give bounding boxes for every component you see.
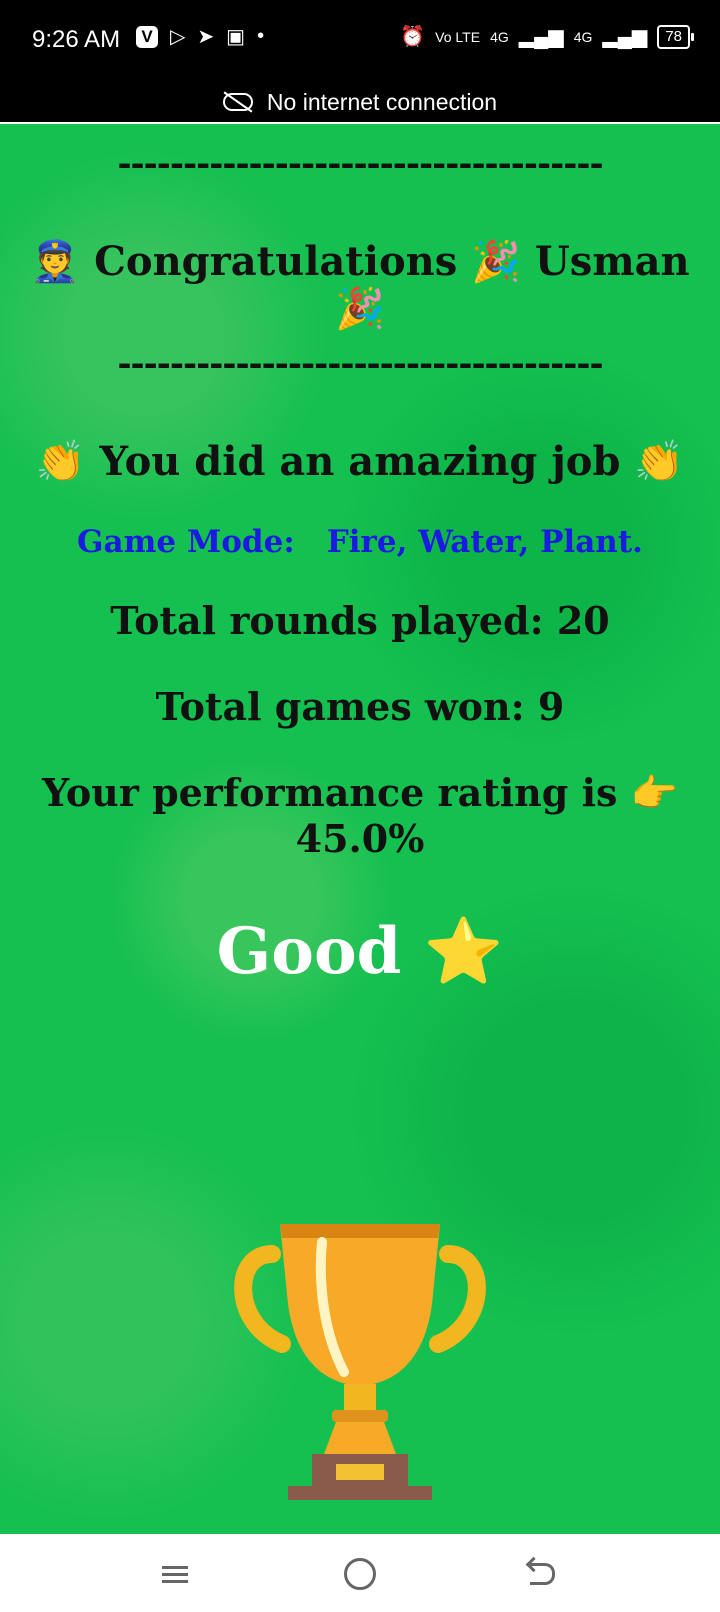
telegram-icon: ➤ bbox=[197, 26, 215, 48]
performance-rating: Your performance rating is 👉 45.0% bbox=[0, 770, 720, 862]
praise-text: 👏 You did an amazing job 👏 bbox=[35, 438, 685, 485]
home-icon bbox=[344, 1558, 376, 1590]
back-button[interactable] bbox=[522, 1554, 562, 1594]
menu-icon[interactable] bbox=[155, 1554, 195, 1594]
app-v-icon: V bbox=[136, 25, 158, 48]
cloud-off-icon bbox=[222, 93, 253, 111]
notification-icons: V ▷ ➤ ▣ • bbox=[136, 24, 264, 49]
back-icon bbox=[529, 1563, 555, 1585]
no-internet-banner: No internet connection bbox=[0, 82, 720, 122]
congrats-heading: 👮 Congratulations 🎉 Usman 🎉 bbox=[30, 238, 690, 332]
game-mode-label: Game Mode: bbox=[77, 524, 295, 560]
rounds-played: Total rounds played: 20 bbox=[110, 598, 610, 643]
alarm-icon: ⏰ bbox=[400, 26, 426, 48]
navigation-bar bbox=[0, 1534, 720, 1612]
grade-text: Good ⭐ bbox=[216, 914, 504, 989]
system-icons: ⏰ Vo LTE 4G ▂▄▆ 4G ▂▄▆ 78 bbox=[400, 24, 694, 49]
trophy-icon bbox=[234, 1224, 486, 1500]
games-won: Total games won: 9 bbox=[155, 684, 565, 729]
game-mode: Game Mode: Fire, Water, Plant. bbox=[0, 524, 720, 560]
rating-label: Your performance rating is 👉 bbox=[42, 770, 678, 815]
rating-value: 45.0% bbox=[295, 816, 425, 861]
results-screen: ------------------------------------- 👮 … bbox=[0, 124, 720, 1534]
screen-icon: ▣ bbox=[226, 26, 246, 48]
signal-2-label: 4G bbox=[573, 28, 593, 45]
status-time: 9:26 AM bbox=[32, 26, 121, 53]
signal-2-icon: ▂▄▆ bbox=[602, 26, 648, 48]
volte-label: Vo LTE bbox=[435, 28, 481, 45]
no-internet-text: No internet connection bbox=[266, 88, 498, 115]
divider-top: ------------------------------------- bbox=[117, 144, 603, 184]
signal-1-label: 4G bbox=[490, 28, 509, 45]
play-store-icon: ▷ bbox=[170, 26, 186, 48]
home-button[interactable] bbox=[340, 1554, 380, 1594]
status-bar: 9:26 AM V ▷ ➤ ▣ • ⏰ Vo LTE 4G ▂▄▆ 4G ▂▄▆… bbox=[0, 0, 720, 82]
signal-1-icon: ▂▄▆ bbox=[518, 26, 564, 48]
game-mode-value: Fire, Water, Plant. bbox=[326, 524, 643, 560]
more-dot-icon: • bbox=[257, 25, 265, 47]
divider-bottom: ------------------------------------- bbox=[117, 344, 603, 384]
battery-icon: 78 bbox=[657, 24, 694, 49]
